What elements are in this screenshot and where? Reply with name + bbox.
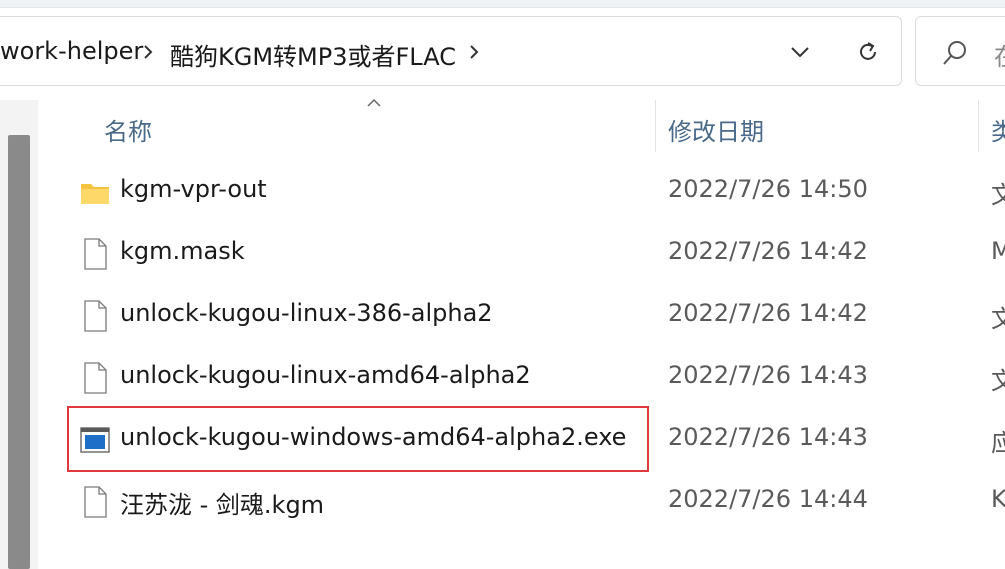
refresh-button[interactable]	[844, 30, 892, 74]
file-icon	[84, 300, 107, 332]
title-strip	[0, 0, 1005, 8]
file-date-modified: 2022/7/26 14:43	[668, 361, 868, 389]
file-row[interactable]: unlock-kugou-linux-amd64-alpha2 2022/7/2…	[70, 347, 1005, 409]
file-row[interactable]: unlock-kugou-windows-amd64-alpha2.exe 20…	[70, 409, 1005, 471]
file-row[interactable]: kgm-vpr-out 2022/7/26 14:50 文	[70, 161, 1005, 223]
chevron-down-icon	[791, 47, 809, 58]
address-history-dropdown-button[interactable]	[776, 30, 824, 74]
file-type: 文	[991, 305, 1005, 333]
file-name: unlock-kugou-linux-386-alpha2	[120, 299, 493, 327]
file-date-modified: 2022/7/26 14:42	[668, 299, 868, 327]
nav-pane-scrollbar[interactable]	[8, 135, 30, 569]
column-header-date-modified[interactable]: 修改日期	[668, 112, 764, 147]
column-header-name[interactable]: 名称	[104, 112, 152, 147]
search-placeholder: 在	[994, 37, 1005, 72]
file-row[interactable]: unlock-kugou-linux-386-alpha2 2022/7/26 …	[70, 285, 1005, 347]
refresh-icon	[860, 42, 876, 60]
file-date-modified: 2022/7/26 14:43	[668, 423, 868, 451]
file-name: 汪苏泷 - 剑魂.kgm	[120, 491, 325, 519]
exe-icon	[80, 427, 110, 453]
column-divider[interactable]	[978, 100, 979, 152]
file-date-modified: 2022/7/26 14:44	[668, 485, 868, 513]
breadcrumb-separator-icon[interactable]	[138, 38, 158, 66]
file-type: 应	[991, 429, 1005, 457]
file-name: unlock-kugou-linux-amd64-alpha2	[120, 361, 531, 389]
sort-ascending-icon	[367, 98, 381, 107]
file-icon	[84, 238, 107, 270]
search-icon	[943, 41, 966, 65]
file-name: kgm.mask	[120, 237, 245, 265]
file-type: 文	[991, 181, 1005, 209]
folder-icon	[81, 184, 109, 204]
file-type: K	[991, 485, 1005, 513]
column-divider[interactable]	[655, 100, 656, 152]
file-row[interactable]: 汪苏泷 - 剑魂.kgm 2022/7/26 14:44 K	[70, 471, 1005, 533]
file-row[interactable]: kgm.mask 2022/7/26 14:42 M	[70, 223, 1005, 285]
file-date-modified: 2022/7/26 14:50	[668, 175, 868, 203]
file-explorer-window: work-helper 酷狗KGM转MP3或者FLAC 在 名称 修改日期 类	[0, 0, 1005, 569]
file-type: M	[991, 237, 1005, 265]
breadcrumb-work-helper[interactable]: work-helper	[0, 37, 143, 65]
breadcrumb-separator-icon[interactable]	[464, 38, 484, 66]
file-name: kgm-vpr-out	[120, 175, 267, 203]
file-icon	[84, 486, 107, 518]
file-icon	[84, 362, 107, 394]
column-header-type[interactable]: 类	[991, 112, 1005, 147]
file-date-modified: 2022/7/26 14:42	[668, 237, 868, 265]
breadcrumb-current-folder[interactable]: 酷狗KGM转MP3或者FLAC	[170, 37, 456, 72]
file-name: unlock-kugou-windows-amd64-alpha2.exe	[120, 423, 627, 451]
file-type: 文	[991, 367, 1005, 395]
